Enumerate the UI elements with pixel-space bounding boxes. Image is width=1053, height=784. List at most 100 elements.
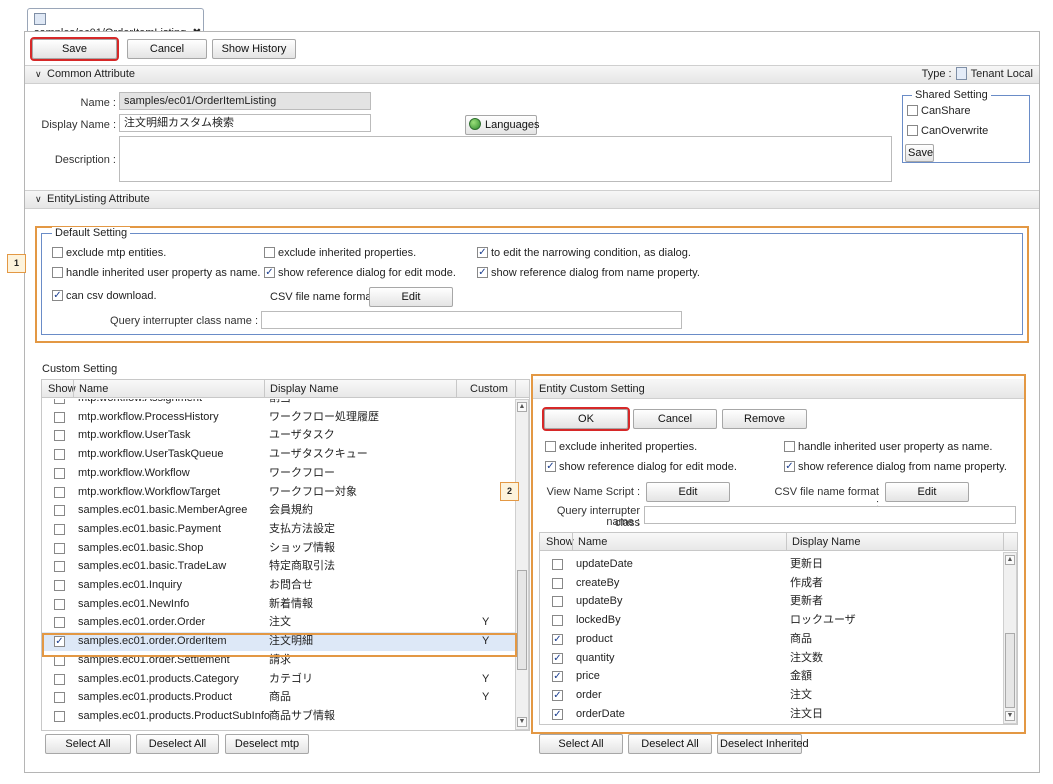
column-show[interactable]: Show bbox=[48, 383, 76, 395]
show-history-button[interactable]: Show History bbox=[212, 39, 296, 59]
ec-query-interrupter-field[interactable] bbox=[644, 506, 1016, 524]
scroll-down-icon[interactable]: ▼ bbox=[1005, 711, 1015, 721]
entity-listing-header[interactable]: ∨ EntityListing Attribute bbox=[25, 190, 1039, 209]
can-share-option[interactable]: CanShare bbox=[907, 105, 971, 117]
table-row[interactable]: samples.ec01.Inquiry お問合せ bbox=[42, 576, 516, 595]
scroll-up-icon[interactable]: ▲ bbox=[517, 402, 527, 412]
table-row[interactable]: samples.ec01.products.ProductSubInfo 商品サブ… bbox=[42, 707, 516, 726]
csv-download-option[interactable]: can csv download. bbox=[52, 290, 157, 302]
row-show-checkbox[interactable] bbox=[54, 580, 65, 591]
cancel-button[interactable]: Cancel bbox=[127, 39, 207, 59]
table-row[interactable]: samples.ec01.basic.MemberAgree 会員規約 bbox=[42, 501, 516, 520]
csv-download-checkbox[interactable] bbox=[52, 290, 63, 301]
view-name-edit-button[interactable]: Edit bbox=[646, 482, 730, 502]
deselect-inherited-button[interactable]: Deselect Inherited bbox=[717, 734, 809, 754]
show-ref-name-checkbox[interactable] bbox=[477, 267, 488, 278]
table-row[interactable]: samples.ec01.products.Product 商品 Y bbox=[42, 688, 516, 707]
ec-handle-inherited-option[interactable]: handle inherited user property as name. bbox=[784, 441, 992, 453]
row-show-checkbox[interactable] bbox=[54, 449, 65, 461]
property-show-checkbox[interactable] bbox=[552, 689, 563, 701]
ec-column-show[interactable]: Show bbox=[546, 536, 574, 548]
display-name-field[interactable]: 注文明細カスタム検索 bbox=[119, 114, 371, 132]
row-show-checkbox[interactable] bbox=[54, 542, 65, 554]
ec-deselect-all-button[interactable]: Deselect All bbox=[628, 734, 712, 754]
deselect-all-button[interactable]: Deselect All bbox=[136, 734, 219, 754]
property-show-checkbox[interactable] bbox=[552, 615, 563, 627]
ec-exclude-inherited-option[interactable]: exclude inherited properties. bbox=[545, 441, 697, 453]
show-ref-name-option[interactable]: show reference dialog from name property… bbox=[477, 267, 700, 279]
row-show-checkbox[interactable] bbox=[54, 561, 65, 573]
ec-handle-inherited-checkbox[interactable] bbox=[784, 441, 795, 452]
ec-exclude-inherited-checkbox[interactable] bbox=[545, 441, 556, 452]
property-row[interactable]: orderDate 注文日 bbox=[540, 705, 1003, 724]
exclude-inherited-checkbox[interactable] bbox=[264, 247, 275, 258]
shared-save-button[interactable]: Save bbox=[905, 144, 934, 162]
table-row[interactable]: mtp.workflow.Assignment 割当 bbox=[42, 399, 516, 408]
deselect-mtp-button[interactable]: Deselect mtp bbox=[225, 734, 309, 754]
csv-format-edit-button[interactable]: Edit bbox=[369, 287, 453, 307]
property-show-checkbox[interactable] bbox=[552, 633, 563, 645]
row-show-checkbox[interactable] bbox=[54, 467, 65, 479]
row-show-checkbox[interactable] bbox=[54, 486, 65, 498]
table-row[interactable]: mtp.workflow.WorkflowTarget ワークフロー対象 bbox=[42, 483, 516, 502]
property-row[interactable]: order 注文 bbox=[540, 686, 1003, 705]
table-row[interactable]: samples.ec01.order.Order 注文 Y bbox=[42, 613, 516, 632]
row-show-checkbox[interactable] bbox=[54, 598, 65, 610]
row-show-checkbox[interactable] bbox=[54, 411, 65, 423]
ec-show-ref-dialog-option[interactable]: show reference dialog for edit mode. bbox=[545, 461, 737, 473]
ec-grid-scrollbar[interactable]: ▲ ▼ bbox=[1003, 552, 1017, 724]
select-all-button[interactable]: Select All bbox=[45, 734, 131, 754]
scroll-down-icon[interactable]: ▼ bbox=[517, 717, 527, 727]
ec-select-all-button[interactable]: Select All bbox=[539, 734, 623, 754]
table-row[interactable]: samples.ec01.products.Category カテゴリ Y bbox=[42, 670, 516, 689]
column-display-name[interactable]: Display Name bbox=[270, 383, 338, 395]
ec-show-ref-name-option[interactable]: show reference dialog from name property… bbox=[784, 461, 1007, 473]
edit-narrowing-option[interactable]: to edit the narrowing condition, as dial… bbox=[477, 247, 691, 259]
show-ref-dialog-option[interactable]: show reference dialog for edit mode. bbox=[264, 267, 456, 279]
property-row[interactable]: quantity 注文数 bbox=[540, 649, 1003, 668]
table-row[interactable]: mtp.workflow.UserTaskQueue ユーザタスクキュー bbox=[42, 445, 516, 464]
property-row[interactable]: createBy 作成者 bbox=[540, 574, 1003, 593]
scroll-thumb[interactable] bbox=[1005, 633, 1015, 708]
row-show-checkbox[interactable] bbox=[54, 673, 65, 685]
column-custom[interactable]: Custom bbox=[470, 383, 508, 395]
edit-narrowing-checkbox[interactable] bbox=[477, 247, 488, 258]
property-row[interactable]: updateBy 更新者 bbox=[540, 592, 1003, 611]
property-show-checkbox[interactable] bbox=[552, 671, 563, 683]
table-row[interactable]: mtp.workflow.UserTask ユーザタスク bbox=[42, 426, 516, 445]
exclude-mtp-checkbox[interactable] bbox=[52, 247, 63, 258]
query-interrupter-field[interactable] bbox=[261, 311, 682, 329]
entity-cancel-button[interactable]: Cancel bbox=[633, 409, 717, 429]
save-button[interactable]: Save bbox=[30, 37, 119, 61]
table-row[interactable]: samples.ec01.NewInfo 新着情報 bbox=[42, 595, 516, 614]
remove-button[interactable]: Remove bbox=[722, 409, 807, 429]
ok-button[interactable]: OK bbox=[542, 407, 630, 431]
property-show-checkbox[interactable] bbox=[552, 559, 563, 570]
property-show-checkbox[interactable] bbox=[552, 596, 563, 608]
scroll-thumb[interactable] bbox=[517, 570, 527, 670]
languages-button[interactable]: Languages bbox=[465, 115, 539, 135]
row-show-checkbox[interactable] bbox=[54, 505, 65, 517]
property-row[interactable]: product 商品 bbox=[540, 630, 1003, 649]
custom-grid-scrollbar[interactable]: ▲ ▼ bbox=[515, 399, 529, 730]
ec-show-ref-name-checkbox[interactable] bbox=[784, 461, 795, 472]
exclude-mtp-option[interactable]: exclude mtp entities. bbox=[52, 247, 166, 259]
row-show-checkbox[interactable] bbox=[54, 710, 65, 722]
show-ref-dialog-checkbox[interactable] bbox=[264, 267, 275, 278]
property-row[interactable]: price 金額 bbox=[540, 667, 1003, 686]
exclude-inherited-option[interactable]: exclude inherited properties. bbox=[264, 247, 416, 259]
property-row[interactable]: updateDate 更新日 bbox=[540, 555, 1003, 574]
editor-tab[interactable]: samples/ec01/OrderItemListing✖ bbox=[27, 8, 204, 39]
ec-show-ref-dialog-checkbox[interactable] bbox=[545, 461, 556, 472]
table-row[interactable]: mtp.workflow.ProcessHistory ワークフロー処理履歴 bbox=[42, 408, 516, 427]
property-row[interactable]: lockedBy ロックユーザ bbox=[540, 611, 1003, 630]
ec-column-name[interactable]: Name bbox=[578, 536, 607, 548]
can-overwrite-checkbox[interactable] bbox=[907, 125, 918, 136]
ec-column-display-name[interactable]: Display Name bbox=[792, 536, 860, 548]
common-attribute-header[interactable]: ∨ Common Attribute Type : Tenant Local bbox=[25, 65, 1039, 84]
table-row[interactable]: samples.ec01.basic.TradeLaw 特定商取引法 bbox=[42, 557, 516, 576]
table-row[interactable]: samples.ec01.basic.Shop ショップ情報 bbox=[42, 539, 516, 558]
row-show-checkbox[interactable] bbox=[54, 399, 65, 404]
table-row[interactable]: samples.ec01.basic.Payment 支払方法設定 bbox=[42, 520, 516, 539]
row-show-checkbox[interactable] bbox=[54, 430, 65, 442]
